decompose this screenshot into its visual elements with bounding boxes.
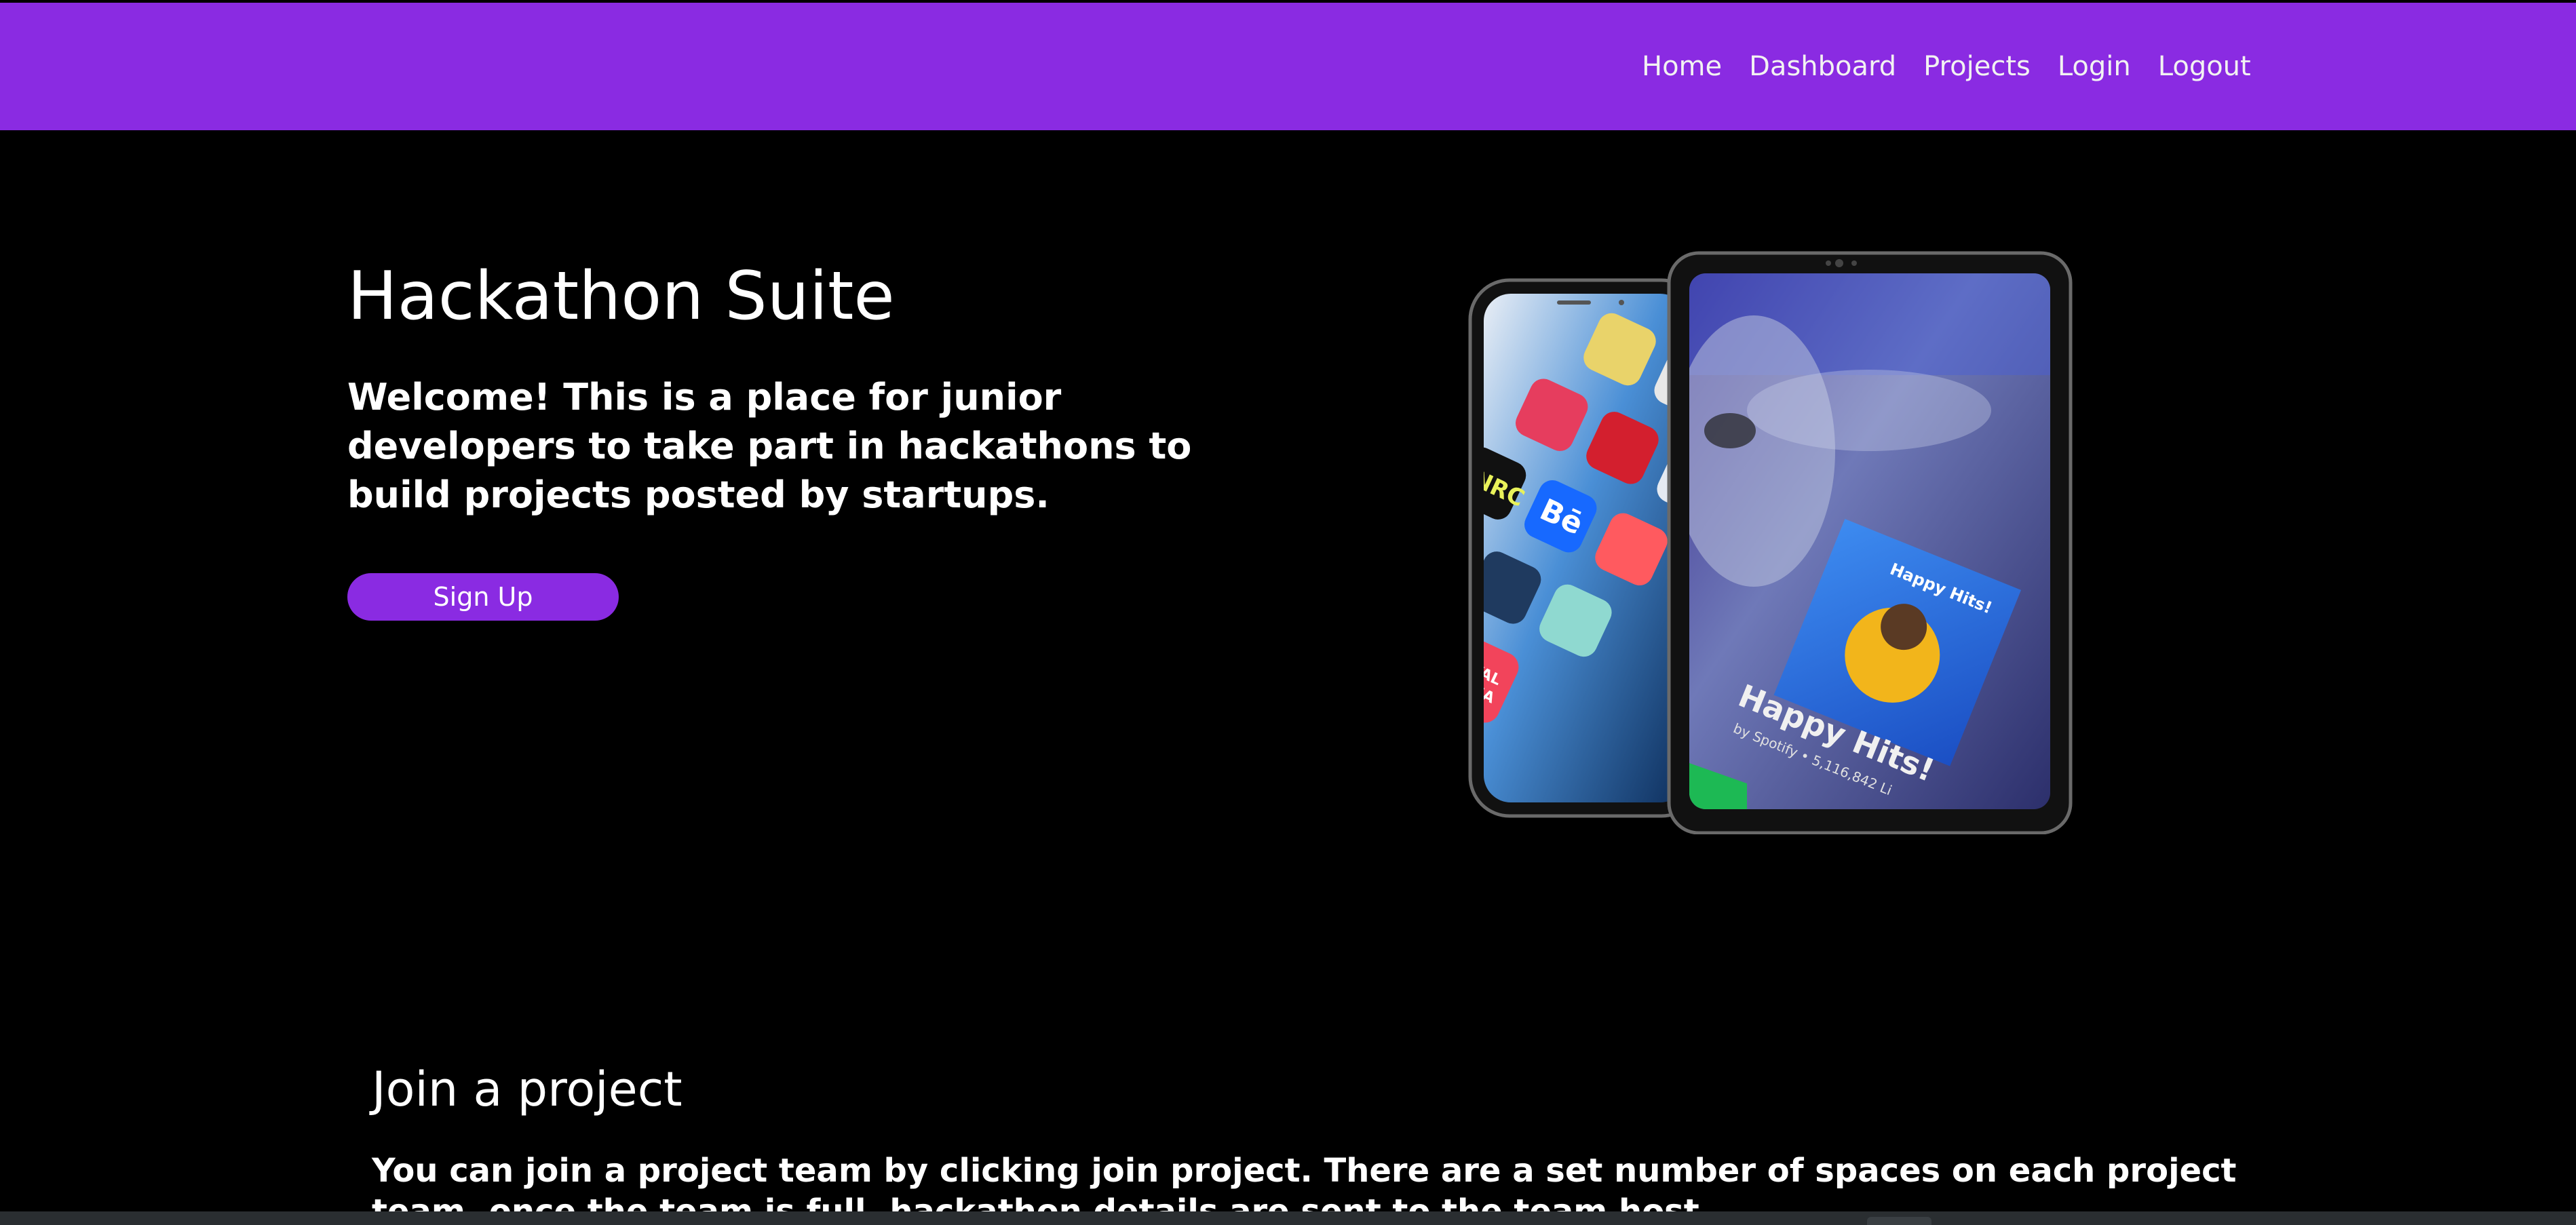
navbar: Home Dashboard Projects Login Logout: [0, 3, 2576, 130]
tablet-device-icon: Happy Hits! Happy Hits! by Spotify • 5,1…: [1667, 251, 2073, 835]
bottom-bar-handle: [1867, 1217, 1931, 1225]
join-section-title: Join a project: [372, 1062, 683, 1117]
nav-link-dashboard[interactable]: Dashboard: [1749, 51, 1896, 82]
hero-description: Welcome! This is a place for junior deve…: [347, 376, 1192, 516]
nav-link-logout[interactable]: Logout: [2158, 51, 2251, 82]
phone-tablet-illustration: NRC Bē ROYAL MANIA: [1462, 248, 2073, 835]
nav-link-login[interactable]: Login: [2058, 51, 2131, 82]
page: Home Dashboard Projects Login Logout Hac…: [0, 0, 2576, 1225]
hero-title: Hackathon Suite: [347, 258, 895, 335]
nav-links: Home Dashboard Projects Login Logout: [1642, 3, 2251, 130]
signup-button[interactable]: Sign Up: [347, 573, 619, 621]
nav-link-projects[interactable]: Projects: [1923, 51, 2031, 82]
nav-link-home[interactable]: Home: [1642, 51, 1722, 82]
window-bottom-bar: [0, 1211, 2576, 1225]
